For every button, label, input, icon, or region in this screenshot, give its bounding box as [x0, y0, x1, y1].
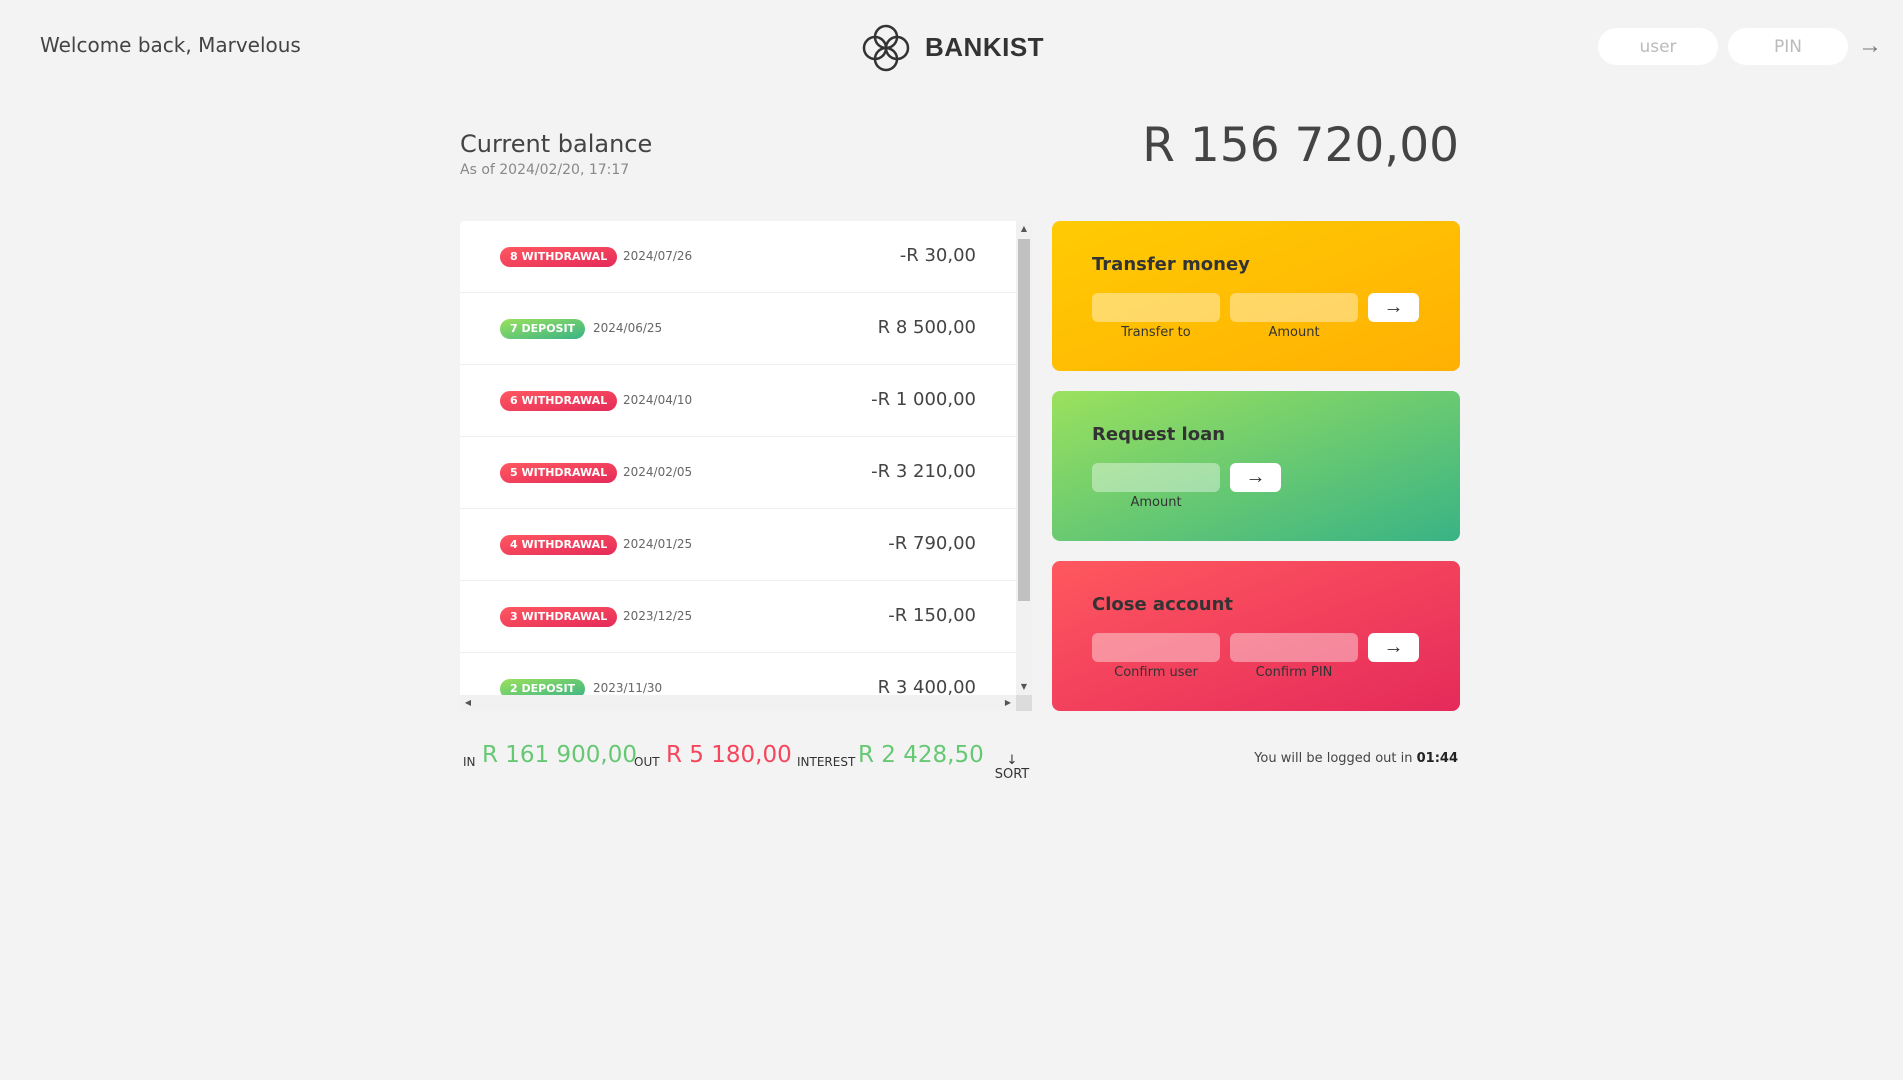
movement-value: -R 150,00: [888, 605, 976, 626]
movements-list[interactable]: 8 WITHDRAWAL 2024/07/26 -R 30,00 7 DEPOSIT 2…: [460, 221, 1032, 711]
scrollbar-thumb[interactable]: [1018, 239, 1030, 601]
arrow-down-icon: ↓: [1006, 753, 1018, 768]
loan-amount-label: Amount: [1130, 495, 1182, 510]
movement-date: 2024/07/26: [623, 249, 693, 263]
movement-row: 7 DEPOSIT 2024/06/25 R 8 500,00: [460, 293, 1016, 365]
triangle-down-icon[interactable]: ▼: [1016, 679, 1032, 695]
transfer-title: Transfer money: [1092, 254, 1250, 275]
transfer-amount-input[interactable]: [1230, 293, 1358, 322]
vertical-scrollbar[interactable]: ▲ ▼: [1016, 221, 1032, 695]
balance-value: R 156 720,00: [1142, 118, 1459, 173]
close-pin-input[interactable]: [1230, 633, 1358, 662]
bankist-logo-icon: [862, 24, 910, 72]
movement-date: 2024/04/10: [623, 393, 693, 407]
movement-type-badge: 6 WITHDRAWAL: [500, 391, 618, 411]
triangle-right-icon[interactable]: ▶: [1000, 695, 1016, 711]
transfer-to-label: Transfer to: [1121, 325, 1191, 340]
scrollbar-corner: [1016, 695, 1032, 711]
close-user-label: Confirm user: [1114, 665, 1198, 680]
movement-value: R 3 400,00: [877, 677, 976, 695]
movements-rows: 8 WITHDRAWAL 2024/07/26 -R 30,00 7 DEPOSIT 2…: [460, 221, 1016, 695]
movement-row: 2 DEPOSIT 2023/11/30 R 3 400,00: [460, 653, 1016, 695]
summary-interest-value: R 2 428,50: [858, 742, 984, 768]
summary-in-value: R 161 900,00: [482, 742, 637, 768]
movement-type-badge: 2 DEPOSIT: [500, 679, 586, 695]
movement-type-badge: 8 WITHDRAWAL: [500, 247, 618, 267]
close-user-input[interactable]: [1092, 633, 1220, 662]
sort-button[interactable]: ↓ SORT: [990, 750, 1034, 786]
logout-timer-prefix: You will be logged out in: [1254, 751, 1413, 766]
movement-value: -R 790,00: [888, 533, 976, 554]
summary-out-label: Out: [634, 755, 660, 769]
loan-submit-button[interactable]: →: [1230, 463, 1281, 492]
loan-amount-input[interactable]: [1092, 463, 1220, 492]
movement-date: 2024/02/05: [623, 465, 693, 479]
movement-date: 2024/01/25: [623, 537, 693, 551]
welcome-message: Welcome back, Marvelous: [40, 33, 301, 57]
triangle-left-icon[interactable]: ◀: [460, 695, 476, 711]
sort-label: SORT: [994, 767, 1030, 782]
close-title: Close account: [1092, 594, 1234, 615]
login-arrow-button[interactable]: →: [1856, 30, 1884, 62]
balance-title: Current balance: [460, 130, 653, 158]
top-nav: Welcome back, Marvelous BANKIST →: [0, 0, 1903, 95]
movement-date: 2023/11/30: [593, 681, 663, 695]
logout-timer: You will be logged out in 01:44: [1254, 751, 1458, 766]
login-user-input[interactable]: [1598, 28, 1718, 65]
movement-type-badge: 7 DEPOSIT: [500, 319, 586, 339]
movement-type-badge: 5 WITHDRAWAL: [500, 463, 618, 483]
movement-value: -R 30,00: [899, 245, 976, 266]
close-submit-button[interactable]: →: [1368, 633, 1419, 662]
summary-out-value: R 5 180,00: [666, 742, 792, 768]
operation-loan: Request loan → Amount: [1052, 391, 1460, 541]
movement-row: 3 WITHDRAWAL 2023/12/25 -R 150,00: [460, 581, 1016, 653]
movement-type-badge: 4 WITHDRAWAL: [500, 535, 618, 555]
transfer-to-input[interactable]: [1092, 293, 1220, 322]
movement-date: 2024/06/25: [593, 321, 663, 335]
movement-value: -R 1 000,00: [871, 389, 976, 410]
brand-name: BANKIST: [925, 32, 1045, 62]
logout-timer-value: 01:44: [1416, 751, 1458, 766]
movement-row: 4 WITHDRAWAL 2024/01/25 -R 790,00: [460, 509, 1016, 581]
login-pin-input[interactable]: [1728, 28, 1848, 65]
triangle-up-icon[interactable]: ▲: [1016, 221, 1032, 237]
operation-transfer: Transfer money → Transfer to Amount: [1052, 221, 1460, 371]
movement-value: R 8 500,00: [877, 317, 976, 338]
movement-row: 6 WITHDRAWAL 2024/04/10 -R 1 000,00: [460, 365, 1016, 437]
balance-date: As of 2024/02/20, 17:17: [460, 162, 630, 178]
operation-close: Close account → Confirm user Confirm PIN: [1052, 561, 1460, 711]
summary-interest-label: Interest: [797, 755, 856, 769]
transfer-amount-label: Amount: [1268, 325, 1320, 340]
close-pin-label: Confirm PIN: [1255, 665, 1333, 680]
loan-title: Request loan: [1092, 424, 1226, 445]
movement-row: 5 WITHDRAWAL 2024/02/05 -R 3 210,00: [460, 437, 1016, 509]
movement-value: -R 3 210,00: [871, 461, 976, 482]
movement-row: 8 WITHDRAWAL 2024/07/26 -R 30,00: [460, 221, 1016, 293]
transfer-submit-button[interactable]: →: [1368, 293, 1419, 322]
summary-in-label: In: [463, 755, 476, 769]
movement-date: 2023/12/25: [623, 609, 693, 623]
movement-type-badge: 3 WITHDRAWAL: [500, 607, 618, 627]
horizontal-scrollbar[interactable]: ◀ ▶: [460, 695, 1016, 711]
